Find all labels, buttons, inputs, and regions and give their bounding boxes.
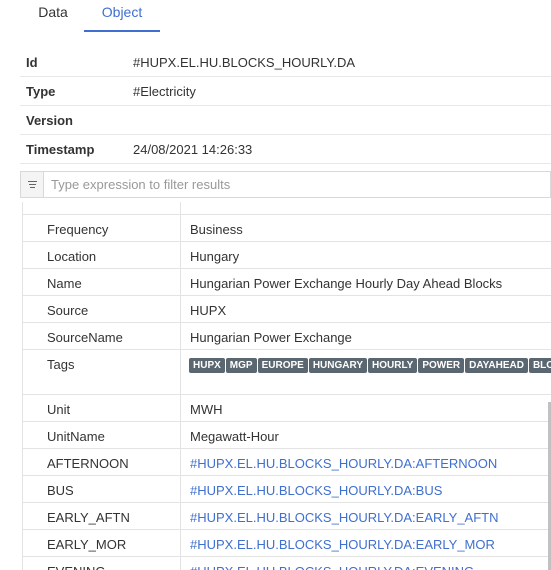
filter-input[interactable] <box>51 172 546 197</box>
tag-badge: HUPX <box>189 358 225 373</box>
tag-badge: POWER <box>418 358 465 373</box>
table-row: Tags HUPX MGP EUROPE HUNGARY HOURLY POWER DAYAH… <box>23 350 551 395</box>
tab-bar: Data Object <box>0 0 551 32</box>
table-row: EARLY_AFTN #HUPX.EL.HU.BLOCKS_HOURLY.DA:E… <box>23 503 551 530</box>
property-value: #Electricity <box>133 84 196 99</box>
attribute-link[interactable]: #HUPX.EL.HU.BLOCKS_HOURLY.DA:EARLY_AFTN <box>181 503 551 529</box>
table-row: Frequency Business <box>23 215 551 242</box>
attributes-table-body: Frequency Business Location Hungary Name Hung… <box>23 202 551 570</box>
table-row: UnitName Megawatt-Hour <box>23 422 551 449</box>
tag-badge: DAYAHEAD <box>465 358 528 373</box>
table-row: Unit MWH <box>23 395 551 422</box>
filter-icon[interactable] <box>21 172 44 197</box>
table-row: Location Hungary <box>23 242 551 269</box>
attribute-key: BUS <box>23 476 181 502</box>
tab-data[interactable]: Data <box>22 0 84 32</box>
attribute-link[interactable]: #HUPX.EL.HU.BLOCKS_HOURLY.DA:BUS <box>181 476 551 502</box>
tag-badge: HUNGARY <box>308 358 367 373</box>
attribute-value: HUPX <box>190 303 227 318</box>
attribute-key: Source <box>23 296 181 322</box>
attribute-value: Hungarian Power Exchange <box>190 330 352 345</box>
attribute-link[interactable]: #HUPX.EL.HU.BLOCKS_HOURLY.DA:AFTERNOON <box>181 449 551 475</box>
attribute-key: Frequency <box>23 215 181 241</box>
attribute-key: EARLY_AFTN <box>23 503 181 529</box>
attribute-value: Hungarian Power Exchange Hourly Day Ahea… <box>190 276 503 291</box>
table-row: EARLY_MOR #HUPX.EL.HU.BLOCKS_HOURLY.DA:EA… <box>23 530 551 557</box>
property-key: Version <box>26 113 73 128</box>
attribute-key <box>23 202 181 214</box>
attribute-key: EARLY_MOR <box>23 530 181 556</box>
attribute-value: Hungary <box>190 249 240 264</box>
table-row <box>23 202 551 215</box>
tag-badge: MGP <box>225 358 257 373</box>
attribute-key: SourceName <box>23 323 181 349</box>
property-row-type: Type #Electricity <box>20 77 551 106</box>
table-row: Name Hungarian Power Exchange Hourly Day … <box>23 269 551 296</box>
tab-object[interactable]: Object <box>84 0 160 32</box>
property-key: Type <box>26 84 56 99</box>
attribute-value <box>181 202 551 214</box>
property-key: Id <box>26 55 38 70</box>
attribute-tags: HUPX MGP EUROPE HUNGARY HOURLY POWER DAYAHEAD B… <box>181 350 551 394</box>
attribute-key: Name <box>23 269 181 295</box>
tag-badge: EUROPE <box>257 358 308 373</box>
property-row-timestamp: Timestamp 24/08/2021 14:26:33 <box>20 135 551 164</box>
tag-badge: HOURLY <box>368 358 418 373</box>
attribute-key: Location <box>23 242 181 268</box>
attribute-link[interactable]: #HUPX.EL.HU.BLOCKS_HOURLY.DA:EARLY_MOR <box>181 530 551 556</box>
attribute-key: Tags <box>23 350 181 394</box>
property-row-version: Version <box>20 106 551 135</box>
attribute-key: EVENING <box>23 557 181 570</box>
table-row: Source HUPX <box>23 296 551 323</box>
attributes-table: Frequency Business Location Hungary Name Hung… <box>22 202 551 570</box>
attribute-key: UnitName <box>23 422 181 448</box>
attribute-link[interactable]: #HUPX.EL.HU.BLOCKS_HOURLY.DA:EVENING <box>181 557 551 570</box>
property-key: Timestamp <box>26 142 95 157</box>
attribute-key: AFTERNOON <box>23 449 181 475</box>
attribute-key: Unit <box>23 395 181 421</box>
filter-bar <box>20 171 551 198</box>
table-row: EVENING#HUPX.EL.HU.BLOCKS_HOURLY.DA:EVEN… <box>23 557 551 570</box>
property-value: #HUPX.EL.HU.BLOCKS_HOURLY.DA <box>133 55 356 70</box>
object-properties: Id #HUPX.EL.HU.BLOCKS_HOURLY.DA Type #El… <box>20 48 551 164</box>
attribute-value: MWH <box>190 402 223 417</box>
table-row: SourceName Hungarian Power Exchange <box>23 323 551 350</box>
property-row-id: Id #HUPX.EL.HU.BLOCKS_HOURLY.DA <box>20 48 551 77</box>
tag-badge: BLOCKS <box>528 358 551 373</box>
property-value: 24/08/2021 14:26:33 <box>133 142 253 157</box>
attribute-value: Business <box>190 222 243 237</box>
attribute-value: Megawatt-Hour <box>190 429 279 444</box>
table-row: BUS #HUPX.EL.HU.BLOCKS_HOURLY.DA:BUS <box>23 476 551 503</box>
table-row: AFTERNOON #HUPX.EL.HU.BLOCKS_HOURLY.DA:AF… <box>23 449 551 476</box>
